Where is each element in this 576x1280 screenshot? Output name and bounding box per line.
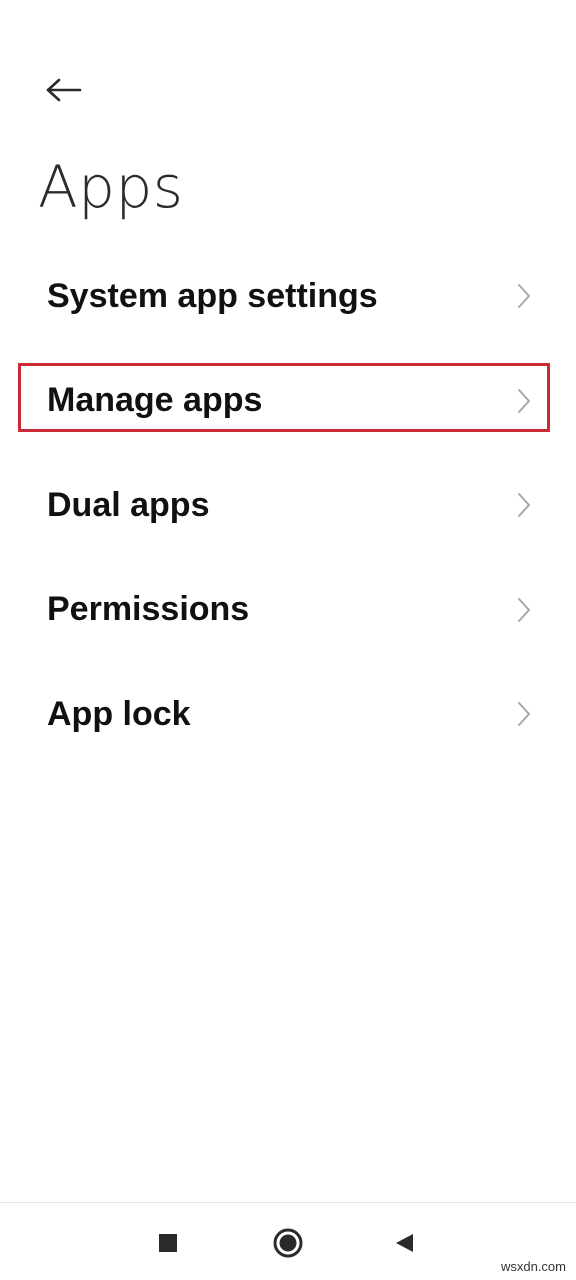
chevron-right-icon (518, 388, 530, 413)
settings-list: System app settings Manage apps Dual app… (0, 244, 576, 767)
nav-back-button[interactable] (384, 1223, 424, 1263)
list-item-app-lock[interactable]: App lock (0, 662, 576, 767)
list-item-manage-apps[interactable]: Manage apps (0, 349, 576, 454)
back-button[interactable] (38, 66, 90, 114)
triangle-left-icon (396, 1234, 413, 1252)
home-button[interactable] (268, 1223, 308, 1263)
recent-apps-button[interactable] (148, 1223, 188, 1263)
system-nav-bar (0, 1203, 576, 1280)
circle-icon (273, 1228, 303, 1258)
square-icon (159, 1234, 177, 1252)
page-title: Apps (38, 153, 184, 221)
list-item-system-app-settings[interactable]: System app settings (0, 244, 576, 349)
chevron-right-icon (518, 597, 530, 622)
list-item-label: Permissions (47, 590, 250, 629)
list-item-label: Dual apps (47, 485, 210, 524)
chevron-right-icon (518, 702, 530, 727)
list-item-dual-apps[interactable]: Dual apps (0, 453, 576, 558)
chevron-right-icon (518, 284, 530, 309)
list-item-permissions[interactable]: Permissions (0, 558, 576, 663)
watermark-text: wsxdn.com (500, 1259, 566, 1274)
list-item-label: App lock (47, 694, 191, 733)
arrow-left-icon (46, 78, 82, 102)
list-item-label: Manage apps (47, 381, 263, 420)
chevron-right-icon (518, 493, 530, 518)
list-item-label: System app settings (47, 276, 378, 315)
